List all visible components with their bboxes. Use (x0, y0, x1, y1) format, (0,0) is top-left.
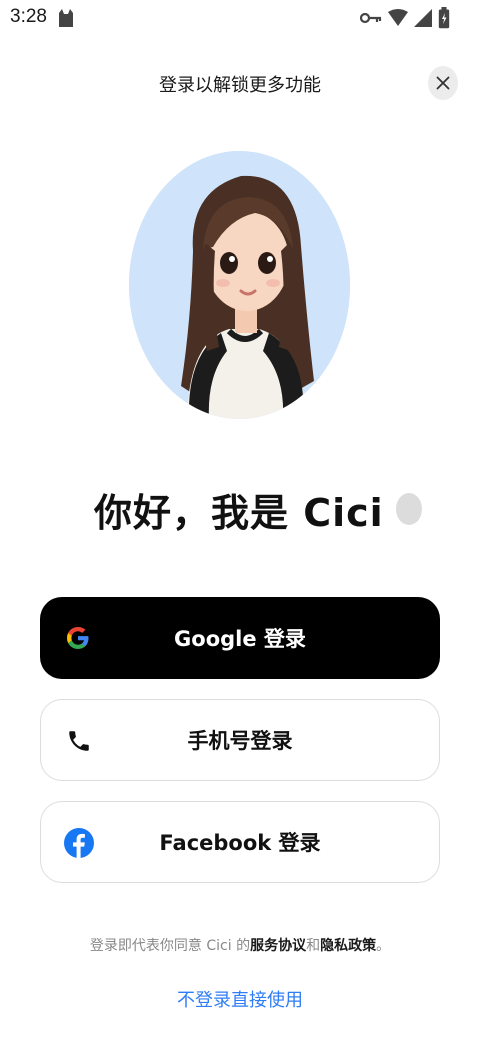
vpn-key-icon (360, 12, 382, 24)
privacy-policy-link[interactable]: 隐私政策 (320, 938, 376, 954)
legal-suffix: 。 (376, 938, 391, 954)
cici-avatar (129, 151, 350, 419)
status-time: 3:28 (10, 6, 47, 27)
login-screen: 3:28 登录以解锁更多功能 你好，我是 Cici Google 登录 手机号登… (0, 0, 480, 1038)
phone-login-button[interactable]: 手机号登录 (40, 699, 440, 781)
status-icons (360, 7, 450, 29)
page-title: 登录以解锁更多功能 (159, 75, 321, 96)
close-button[interactable] (428, 66, 458, 100)
facebook-login-button[interactable]: Facebook 登录 (40, 801, 440, 883)
close-icon (436, 76, 450, 90)
legal-notice: 登录即代表你同意 Cici 的服务协议和隐私政策。 (0, 935, 480, 955)
google-login-button[interactable]: Google 登录 (40, 597, 440, 679)
battery-icon (438, 7, 450, 29)
legal-and: 和 (306, 938, 321, 954)
facebook-login-label: Facebook 登录 (159, 831, 321, 855)
greeting-text: 你好，我是 Cici (94, 490, 384, 535)
phone-login-label: 手机号登录 (187, 729, 293, 753)
skip-login-link[interactable]: 不登录直接使用 (0, 986, 480, 1012)
google-login-label: Google 登录 (174, 627, 306, 651)
legal-prefix: 登录即代表你同意 Cici 的 (89, 938, 251, 954)
cat-app-icon (59, 9, 73, 27)
status-bar: 3:28 (0, 0, 480, 40)
typing-indicator (395, 493, 422, 525)
avatar-illustration (129, 151, 350, 419)
terms-of-service-link[interactable]: 服务协议 (250, 938, 306, 954)
wifi-icon (388, 9, 408, 26)
greeting: 你好，我是 Cici (94, 480, 422, 538)
cellular-signal-icon (414, 9, 432, 27)
